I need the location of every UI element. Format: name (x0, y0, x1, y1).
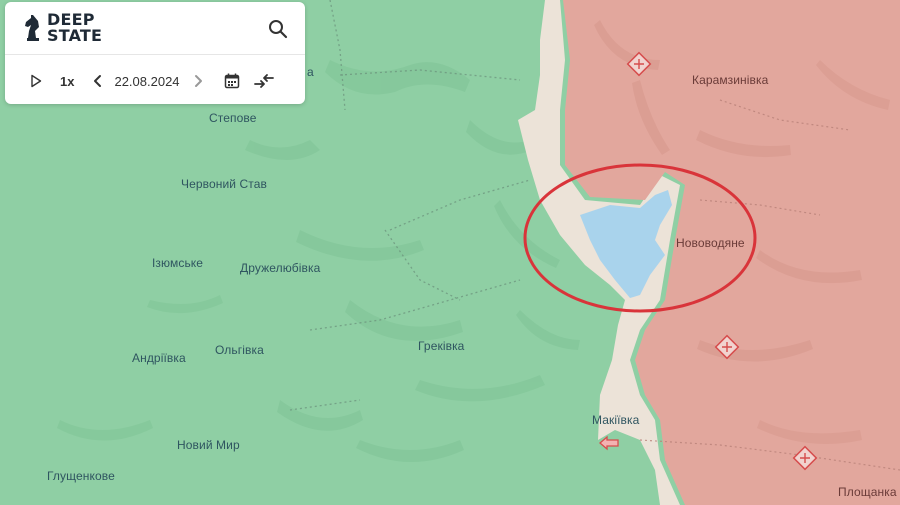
date-display[interactable]: 22.08.2024 (114, 74, 179, 89)
place-label: Греківка (418, 339, 465, 353)
place-label: Ізюмське (152, 256, 204, 270)
timeline-controls: 1x 22.08.2024 (27, 70, 274, 92)
place-label: Карамзинівка (692, 73, 769, 87)
compare-button[interactable] (253, 73, 274, 89)
speed-button[interactable]: 1x (60, 74, 74, 89)
play-icon (31, 74, 42, 88)
prev-date-button[interactable] (92, 74, 104, 88)
calendar-icon (224, 73, 239, 89)
chevron-left-icon (94, 75, 102, 87)
logo-text-line2: STATE (47, 26, 103, 45)
place-label: Новий Мир (177, 438, 240, 452)
compare-arrows-icon (253, 74, 274, 88)
control-panel: DEEP STATE 1x 22.08.2024 (5, 2, 305, 104)
divider (5, 54, 305, 55)
play-button[interactable] (27, 74, 45, 88)
place-label: Макіївка (592, 413, 640, 427)
place-label: Андріївка (132, 351, 186, 365)
place-label: Площанка (838, 485, 897, 499)
place-label: Глущенкове (47, 469, 115, 483)
place-label: Степове (209, 111, 257, 125)
place-label: Ольгівка (215, 343, 264, 357)
chess-knight-icon (25, 15, 39, 41)
place-label: Дружелюбівка (240, 261, 321, 275)
place-label: Нововодяне (676, 236, 745, 250)
place-label: а (307, 65, 314, 79)
search-icon (269, 20, 288, 39)
chevron-right-icon (194, 75, 202, 87)
search-button[interactable] (267, 18, 289, 40)
logo[interactable]: DEEP STATE (23, 12, 102, 44)
calendar-button[interactable] (224, 73, 240, 89)
next-date-button[interactable] (192, 74, 204, 88)
place-label: Червоний Став (181, 177, 268, 191)
